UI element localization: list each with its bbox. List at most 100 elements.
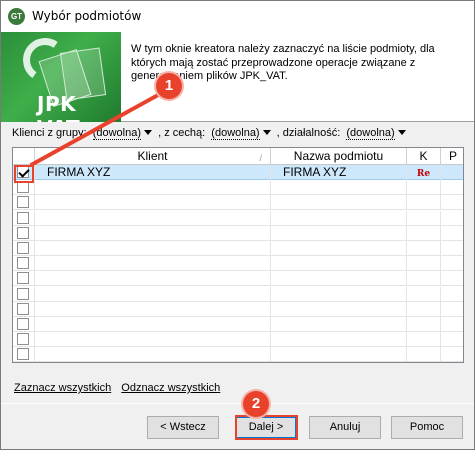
- cell-name: [271, 210, 407, 226]
- table-row[interactable]: FIRMA XYZ FIRMA XYZ Re: [13, 165, 463, 180]
- cell-client: [35, 271, 271, 287]
- cell-k: [407, 271, 441, 287]
- cell-name: [271, 332, 407, 348]
- button-separator: [1, 403, 474, 404]
- window-title: Wybór podmiotów: [32, 9, 142, 23]
- cell-k: Re: [407, 165, 441, 180]
- row-checkbox[interactable]: [17, 318, 29, 330]
- cell-client: [35, 195, 271, 211]
- cell-client: [35, 286, 271, 302]
- cell-k: [407, 225, 441, 241]
- row-checkbox[interactable]: [17, 348, 29, 361]
- cell-name: [271, 241, 407, 256]
- activity-filter-label: , działalność:: [276, 127, 341, 139]
- row-checkbox[interactable]: [17, 242, 29, 254]
- grid-header: Klient / Nazwa podmiotu K P: [13, 148, 463, 165]
- table-row[interactable]: [13, 301, 463, 317]
- sort-indicator-icon: /: [259, 153, 262, 163]
- table-row[interactable]: [13, 347, 463, 362]
- checkbox-cell: [13, 195, 35, 211]
- cell-name-text: FIRMA XYZ: [283, 165, 347, 179]
- jpk-vat-banner-image: JPK VAT: [1, 32, 121, 122]
- cell-k: [407, 241, 441, 256]
- row-checkbox[interactable]: [17, 211, 29, 224]
- checkbox-cell: [13, 210, 35, 226]
- cell-name: FIRMA XYZ: [271, 165, 407, 180]
- cell-name: [271, 271, 407, 287]
- row-checkbox[interactable]: [17, 333, 29, 346]
- table-row[interactable]: [13, 180, 463, 196]
- table-row[interactable]: [13, 286, 463, 302]
- checkbox-cell: [13, 225, 35, 241]
- table-row[interactable]: [13, 241, 463, 256]
- deselect-all-link[interactable]: Odznacz wszystkich: [121, 382, 220, 394]
- cell-name: [271, 256, 407, 272]
- clients-grid[interactable]: Klient / Nazwa podmiotu K P FIRMA XYZ FIR…: [12, 147, 464, 363]
- cell-name: [271, 301, 407, 317]
- row-checkbox[interactable]: [17, 196, 29, 209]
- cancel-button[interactable]: Anuluj: [309, 416, 381, 439]
- cell-client: [35, 347, 271, 362]
- checkbox-cell: [13, 301, 35, 317]
- table-row[interactable]: [13, 332, 463, 348]
- cell-client: [35, 241, 271, 256]
- cell-p: [441, 256, 463, 271]
- checkbox-cell: [13, 286, 35, 302]
- cell-client: [35, 301, 271, 317]
- table-row[interactable]: [13, 225, 463, 241]
- row-checkbox[interactable]: [17, 257, 29, 270]
- cell-k: [407, 256, 441, 272]
- cell-k-text: Re: [416, 169, 431, 179]
- chevron-down-icon[interactable]: [397, 130, 406, 136]
- checkbox-cell: [13, 256, 35, 272]
- checkbox-cell: [13, 271, 35, 287]
- column-header-k[interactable]: K: [407, 148, 441, 165]
- cell-k: [407, 195, 441, 211]
- app-logo-icon: GT: [8, 8, 25, 25]
- cell-name: [271, 225, 407, 241]
- column-header-client[interactable]: Klient /: [35, 148, 271, 165]
- cell-k: [407, 210, 441, 226]
- row-checkbox[interactable]: [17, 226, 29, 239]
- select-all-link[interactable]: Zaznacz wszystkich: [14, 382, 111, 394]
- column-header-label: Klient: [137, 149, 168, 163]
- cell-client: [35, 210, 271, 226]
- cell-k: [407, 317, 441, 332]
- table-row[interactable]: [13, 210, 463, 226]
- cell-client: [35, 180, 271, 196]
- cell-p: [441, 226, 463, 241]
- cell-p: [441, 271, 463, 286]
- row-checkbox[interactable]: [17, 287, 29, 300]
- banner-description: W tym oknie kreatora należy zaznaczyć na…: [131, 43, 435, 82]
- column-header-p[interactable]: P: [441, 148, 463, 165]
- cell-p: [441, 180, 463, 195]
- row-checkbox[interactable]: [17, 272, 29, 285]
- cell-k: [407, 332, 441, 348]
- checkbox-highlight-frame: [14, 165, 34, 183]
- column-header-name[interactable]: Nazwa podmiotu: [271, 148, 407, 165]
- activity-filter-dropdown[interactable]: (dowolna): [346, 127, 395, 140]
- row-checkbox[interactable]: [17, 302, 29, 315]
- cell-name: [271, 286, 407, 302]
- cell-client: FIRMA XYZ: [35, 165, 271, 180]
- table-row[interactable]: [13, 271, 463, 287]
- cell-name: [271, 195, 407, 211]
- table-row[interactable]: [13, 256, 463, 272]
- table-row[interactable]: [13, 195, 463, 211]
- cell-name: [271, 180, 407, 196]
- cell-p: [441, 317, 463, 332]
- title-bar: GT Wybór podmiotów: [1, 1, 474, 32]
- help-button[interactable]: Pomoc: [391, 416, 463, 439]
- feature-filter-dropdown[interactable]: (dowolna): [211, 127, 260, 140]
- banner-label: JPK VAT: [37, 92, 80, 122]
- cell-client: [35, 317, 271, 332]
- selection-links: Zaznacz wszystkich Odznacz wszystkich: [14, 382, 227, 394]
- back-button[interactable]: < Wstecz: [147, 416, 219, 439]
- cell-p: [441, 165, 463, 180]
- cell-p: [441, 347, 463, 362]
- cell-k: [407, 347, 441, 362]
- cell-k: [407, 286, 441, 302]
- table-row[interactable]: [13, 317, 463, 332]
- chevron-down-icon[interactable]: [262, 130, 271, 136]
- chevron-down-icon[interactable]: [144, 130, 153, 136]
